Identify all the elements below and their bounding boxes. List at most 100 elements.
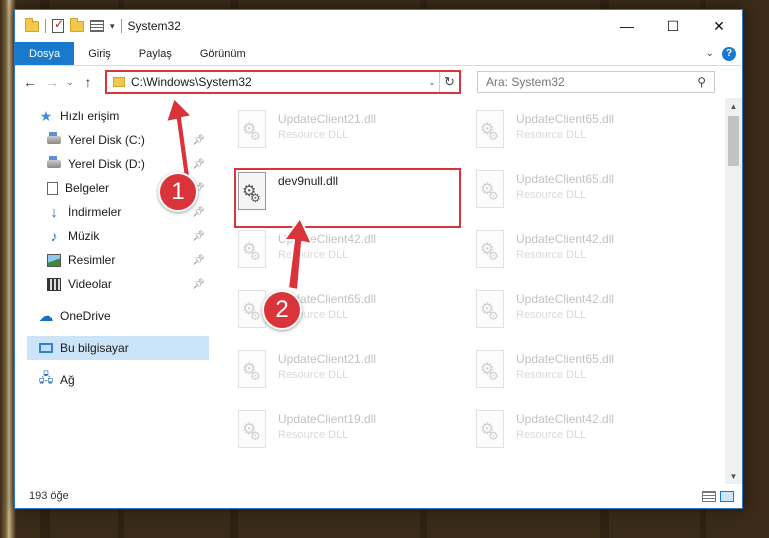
file-item[interactable]: ⚙ ⚙ UpdateClient42.dll Resource DLL <box>472 410 692 462</box>
search-input[interactable] <box>486 75 698 89</box>
divider <box>45 19 46 33</box>
sidebar-item-quick-access[interactable]: ★ Hızlı erişim <box>15 104 209 128</box>
file-item[interactable]: ⚙ ⚙ UpdateClient42.dll Resource DLL <box>472 230 692 282</box>
dll-file-icon: ⚙ ⚙ <box>234 230 268 270</box>
sidebar-item-this-pc[interactable]: Bu bilgisayar <box>27 336 209 360</box>
sidebar-item-videos[interactable]: Videolar 📌︎ <box>15 272 209 296</box>
dll-file-icon: ⚙ ⚙ <box>472 170 506 210</box>
title-bar: ▾ System32 — ☐ ✕ <box>15 10 742 42</box>
file-name: UpdateClient65.dll <box>516 112 615 126</box>
scroll-up-icon[interactable]: ▲ <box>725 98 742 114</box>
vertical-scrollbar[interactable]: ▲ ▼ <box>725 98 742 484</box>
videos-icon <box>47 277 61 291</box>
star-icon: ★ <box>39 107 53 124</box>
view-icon[interactable] <box>90 20 104 32</box>
help-icon[interactable]: ? <box>722 46 736 61</box>
documents-icon <box>47 181 58 195</box>
dll-file-icon: ⚙ ⚙ <box>234 110 268 150</box>
file-type: Resource DLL <box>516 129 587 141</box>
folder-icon <box>113 77 125 87</box>
expand-ribbon-icon[interactable]: ⌄ <box>706 48 714 59</box>
window-controls: — ☐ ✕ <box>604 10 742 42</box>
sidebar-item-label: İndirmeler <box>68 205 122 219</box>
file-type: Resource DLL <box>516 309 587 321</box>
details-view-icon[interactable] <box>702 490 716 502</box>
file-item[interactable]: ⚙ ⚙ UpdateClient42.dll Resource DLL <box>234 230 454 282</box>
customize-dropdown-icon[interactable]: ▾ <box>110 21 115 32</box>
file-item[interactable]: ⚙ ⚙ UpdateClient65.dll Resource DLL <box>472 170 692 222</box>
large-icons-view-icon[interactable] <box>720 490 734 502</box>
file-item[interactable]: ⚙ ⚙ UpdateClient42.dll Resource DLL <box>472 290 692 342</box>
file-type: Resource DLL <box>516 429 587 441</box>
ribbon-tabs: Dosya Giriş Paylaş Görünüm ⌄ ? <box>15 42 742 66</box>
step-1-badge: 1 <box>158 172 198 212</box>
file-item[interactable]: ⚙ ⚙ UpdateClient65.dll Resource DLL <box>472 110 692 162</box>
scroll-down-icon[interactable]: ▼ <box>725 468 742 484</box>
pin-icon[interactable]: 📌︎ <box>192 135 205 146</box>
sidebar-item-label: Yerel Disk (D:) <box>68 157 145 171</box>
address-dropdown-icon[interactable]: ⌄ <box>425 77 439 88</box>
pin-icon[interactable]: 📌︎ <box>192 279 205 290</box>
sidebar-item-label: Bu bilgisayar <box>60 341 129 355</box>
file-item[interactable]: ⚙ ⚙ UpdateClient65.dll Resource DLL <box>472 350 692 402</box>
new-folder-icon[interactable] <box>70 17 84 32</box>
scroll-thumb[interactable] <box>728 116 739 166</box>
minimize-button[interactable]: — <box>604 10 650 42</box>
forward-arrow-icon[interactable]: → <box>43 74 61 90</box>
pin-icon[interactable]: 📌︎ <box>192 255 205 266</box>
item-count: 193 öğe <box>29 490 69 502</box>
dll-file-icon: ⚙ ⚙ <box>472 110 506 150</box>
back-arrow-icon[interactable]: ← <box>21 74 39 90</box>
file-type: Resource DLL <box>516 369 587 381</box>
network-icon: 🖧︎ <box>38 370 54 385</box>
pin-icon[interactable]: 📌︎ <box>192 159 205 170</box>
close-button[interactable]: ✕ <box>696 10 742 42</box>
search-icon[interactable]: ⚲ <box>697 75 706 89</box>
folder-icon <box>25 17 39 32</box>
file-name: UpdateClient42.dll <box>516 232 615 246</box>
tab-share[interactable]: Paylaş <box>125 42 186 65</box>
file-name: UpdateClient42.dll <box>516 412 615 426</box>
dll-file-icon: ⚙ ⚙ <box>472 230 506 270</box>
step-2-badge: 2 <box>262 290 302 330</box>
sidebar-item-onedrive[interactable]: ☁ OneDrive <box>15 304 209 328</box>
file-name: UpdateClient65.dll <box>516 172 615 186</box>
maximize-button[interactable]: ☐ <box>650 10 696 42</box>
properties-icon[interactable] <box>52 17 64 33</box>
sidebar-item-network[interactable]: 🖧︎ Ağ <box>15 368 209 392</box>
computer-icon <box>39 343 53 353</box>
disk-icon <box>47 132 61 144</box>
file-item[interactable]: ⚙ ⚙ UpdateClient21.dll Resource DLL <box>234 110 454 162</box>
file-name: UpdateClient65.dll <box>516 352 615 366</box>
pin-icon[interactable]: 📌︎ <box>192 231 205 242</box>
file-item[interactable]: ⚙ ⚙ UpdateClient21.dll Resource DLL <box>234 350 454 402</box>
pictures-icon <box>47 253 61 267</box>
refresh-icon[interactable]: ↻ <box>439 72 459 92</box>
sidebar-item-label: Resimler <box>68 253 116 267</box>
file-type: Resource DLL <box>516 189 587 201</box>
pin-icon[interactable]: 📌︎ <box>192 207 205 218</box>
search-box[interactable]: ⚲ <box>477 71 715 93</box>
sidebar-item-music[interactable]: ♪ Müzik 📌︎ <box>15 224 209 248</box>
recent-locations-icon[interactable]: ⌄ <box>65 77 75 88</box>
file-name: UpdateClient19.dll <box>278 412 377 426</box>
quick-access-toolbar: ▾ <box>15 10 122 42</box>
disk-icon <box>47 156 61 168</box>
address-path[interactable]: C:\Windows\System32 <box>131 75 252 89</box>
tab-file[interactable]: Dosya <box>15 42 75 65</box>
sidebar-item-label: Belgeler <box>65 181 110 195</box>
up-arrow-icon[interactable]: ↑ <box>79 74 97 90</box>
sidebar-item-label: Yerel Disk (C:) <box>68 133 145 147</box>
address-bar[interactable]: C:\Windows\System32 ⌄ ↻ <box>105 70 461 94</box>
file-type: Resource DLL <box>278 369 349 381</box>
file-highlight-box <box>234 168 461 228</box>
tab-home[interactable]: Giriş <box>74 42 125 65</box>
file-item[interactable]: ⚙ ⚙ UpdateClient19.dll Resource DLL <box>234 410 454 462</box>
tab-view[interactable]: Görünüm <box>186 42 260 65</box>
sidebar-item-pictures[interactable]: Resimler 📌︎ <box>15 248 209 272</box>
sidebar-item-local-disk-c[interactable]: Yerel Disk (C:) 📌︎ <box>15 128 209 152</box>
sidebar-item-label: Videolar <box>68 277 112 291</box>
file-name: UpdateClient21.dll <box>278 352 377 366</box>
music-icon: ♪ <box>50 228 58 244</box>
dll-file-icon: ⚙ ⚙ <box>234 410 268 450</box>
